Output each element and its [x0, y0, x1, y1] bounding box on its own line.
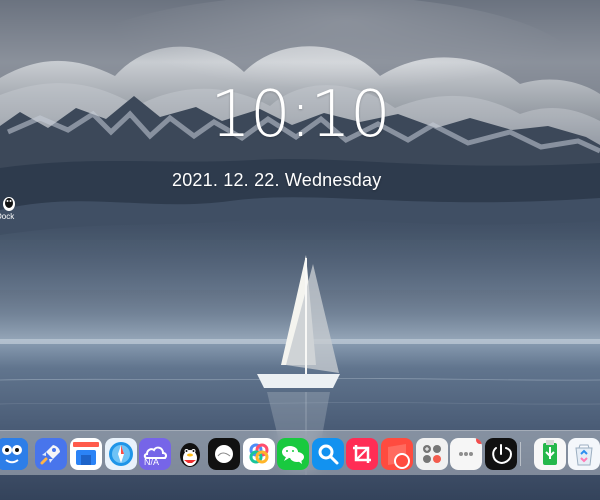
dock-item-more[interactable]: [450, 438, 482, 470]
lock-screen-desktop: 10:10 2021. 12. 22. Wednesday itDock: [0, 0, 600, 500]
dock-item-wechat[interactable]: [277, 438, 309, 470]
rocket-icon: [35, 438, 67, 470]
notification-badge: [476, 438, 482, 444]
colorful-rings-icon: [243, 438, 275, 470]
dock-item-cloud[interactable]: N/A: [139, 438, 171, 470]
dock-item-search[interactable]: [312, 438, 344, 470]
finder-icon: [0, 438, 28, 470]
white-circle-icon: [208, 438, 240, 470]
cloud-icon: [139, 438, 171, 470]
dock-item-circle[interactable]: [208, 438, 240, 470]
dock-item-power[interactable]: [485, 438, 517, 470]
dock-item-crop[interactable]: [346, 438, 378, 470]
dock-item-qq[interactable]: [174, 438, 206, 470]
penguin-icon: [3, 197, 15, 211]
dock-item-control-center[interactable]: [416, 438, 448, 470]
desktop-shortcut-itdock[interactable]: itDock: [0, 194, 24, 228]
clock-time: 10:10: [210, 78, 390, 152]
clock-date: 2021. 12. 22. Wednesday: [172, 170, 382, 190]
magnifier-icon: [312, 438, 344, 470]
dock-item-launchpad[interactable]: [35, 438, 67, 470]
desktop-shortcut-label: itDock: [0, 212, 15, 221]
dock-item-recycle-bin[interactable]: [568, 438, 600, 470]
penguin-icon: [180, 443, 200, 467]
crop-icon: [346, 438, 378, 470]
dock-item-share-circle[interactable]: [243, 438, 275, 470]
dock-item-notes[interactable]: [381, 438, 413, 470]
four-dots-icon: [416, 438, 448, 470]
dock: N/A: [0, 430, 600, 475]
dock-item-store[interactable]: [70, 438, 102, 470]
dock-item-usb[interactable]: [534, 438, 566, 470]
store-icon: [70, 438, 102, 470]
dock-separator: [520, 442, 521, 466]
wallpaper: [0, 0, 600, 500]
chat-bubbles-icon: [277, 438, 309, 470]
compass-icon: [105, 438, 137, 470]
dock-item-finder[interactable]: [0, 438, 28, 470]
usb-drive-icon: [534, 438, 566, 470]
recycle-bin-icon: [568, 438, 600, 470]
power-icon: [485, 438, 517, 470]
dock-item-safari[interactable]: [105, 438, 137, 470]
red-note-icon: [381, 438, 413, 470]
